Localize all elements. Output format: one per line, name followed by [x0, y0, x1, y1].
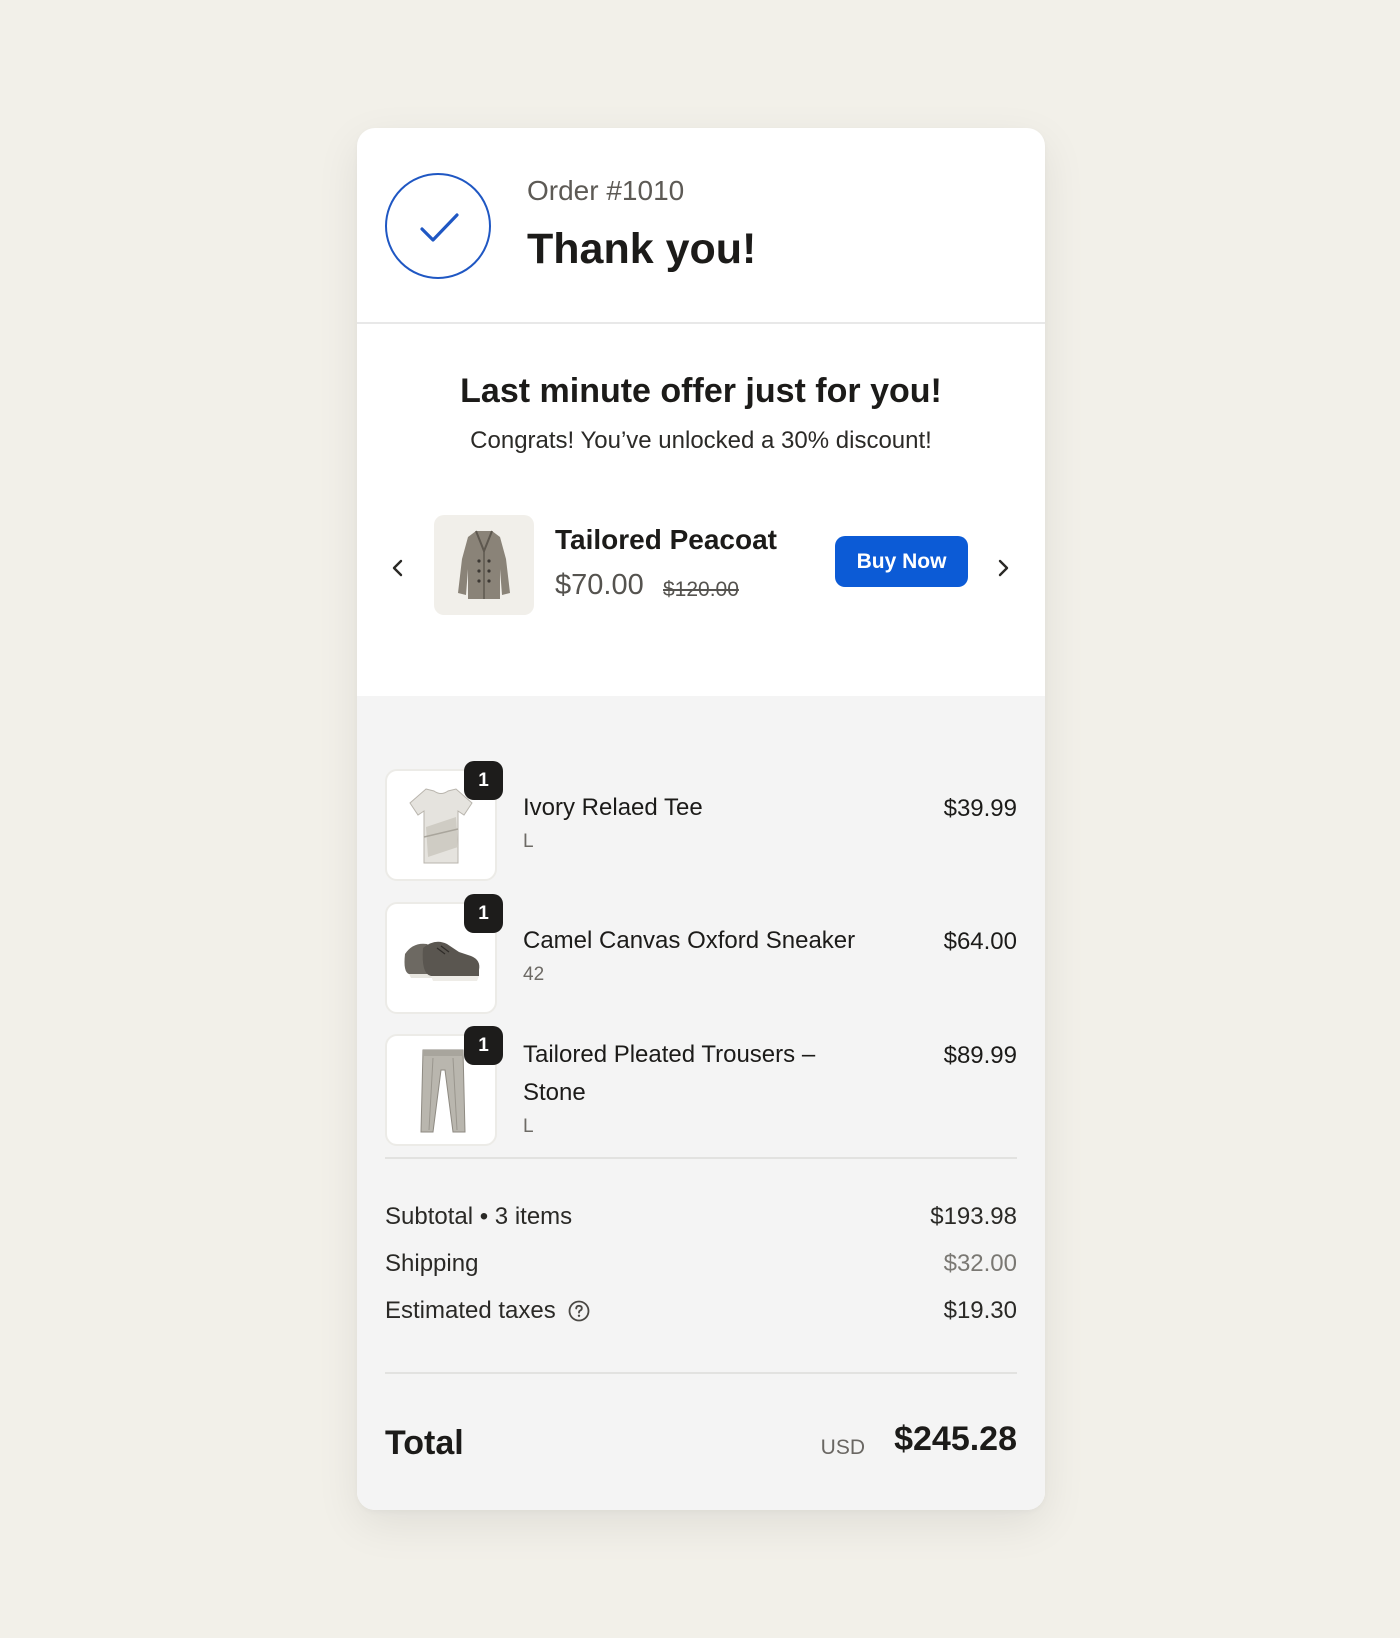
item-price: $89.99	[943, 1042, 1017, 1069]
total-label: Total	[385, 1424, 464, 1462]
item-price: $39.99	[943, 795, 1017, 822]
item-price: $64.00	[943, 928, 1017, 955]
checkmark-circle-icon	[385, 173, 491, 279]
shipping-value: $32.00	[943, 1250, 1017, 1277]
item-variant: 42	[523, 964, 545, 985]
divider	[385, 1372, 1017, 1374]
offer-product-name[interactable]: Tailored Peacoat	[555, 524, 777, 556]
taxes-value: $19.30	[943, 1297, 1017, 1324]
sneaker-image	[404, 941, 480, 981]
order-summary: 1 Ivory Relaed Tee L $39.99 1 Camel Canv…	[357, 696, 1045, 1510]
total-value: $245.28	[894, 1420, 1017, 1458]
quantity-badge: 1	[464, 1026, 503, 1065]
offer-product-image[interactable]	[434, 515, 534, 615]
tee-image	[409, 788, 473, 864]
help-circle-icon[interactable]	[568, 1300, 590, 1322]
buy-now-button[interactable]: Buy Now	[835, 536, 968, 587]
item-name: Tailored Pleated Trousers – Stone	[523, 1041, 816, 1106]
taxes-row: Estimated taxes $19.30	[385, 1297, 1017, 1329]
quantity-badge: 1	[464, 894, 503, 933]
subtotal-row: Subtotal • 3 items $193.98	[385, 1203, 1017, 1235]
trousers-image	[420, 1049, 466, 1133]
chevron-left-icon[interactable]	[386, 556, 410, 580]
chevron-right-icon[interactable]	[991, 556, 1015, 580]
order-status-card: Order #1010 Thank you! Last minute offer…	[357, 128, 1045, 1510]
taxes-label-group: Estimated taxes	[385, 1297, 590, 1325]
offer-compare-price: $120.00	[663, 578, 739, 601]
total-currency: USD	[820, 1436, 865, 1459]
line-item: 1 Camel Canvas Oxford Sneaker 42 $64.00	[385, 894, 1017, 1014]
subtotal-label: Subtotal • 3 items	[385, 1203, 573, 1230]
order-number: Order #1010	[527, 175, 685, 206]
item-name: Ivory Relaed Tee	[523, 794, 703, 821]
item-name: Camel Canvas Oxford Sneaker	[523, 927, 856, 954]
quantity-badge: 1	[464, 761, 503, 800]
shipping-row: Shipping $32.00	[385, 1250, 1017, 1282]
offer-title: Last minute offer just for you!	[460, 372, 942, 410]
taxes-label: Estimated taxes	[385, 1297, 556, 1324]
shipping-label: Shipping	[385, 1250, 479, 1277]
upsell-offer: Last minute offer just for you! Congrats…	[357, 324, 1045, 696]
checkmark-icon	[420, 213, 459, 242]
offer-price: $70.00	[555, 569, 644, 601]
offer-subtitle: Congrats! You’ve unlocked a 30% discount…	[470, 427, 932, 454]
line-item: 1 Tailored Pleated Trousers – Stone L $8…	[385, 1026, 1017, 1174]
item-variant: L	[523, 1116, 534, 1137]
line-item: 1 Ivory Relaed Tee L $39.99	[385, 761, 1017, 881]
peacoat-image	[458, 530, 510, 599]
divider	[385, 1157, 1017, 1159]
subtotal-value: $193.98	[930, 1203, 1017, 1230]
item-variant: L	[523, 831, 534, 852]
order-header: Order #1010 Thank you!	[357, 128, 1045, 324]
page-title: Thank you!	[527, 225, 757, 273]
